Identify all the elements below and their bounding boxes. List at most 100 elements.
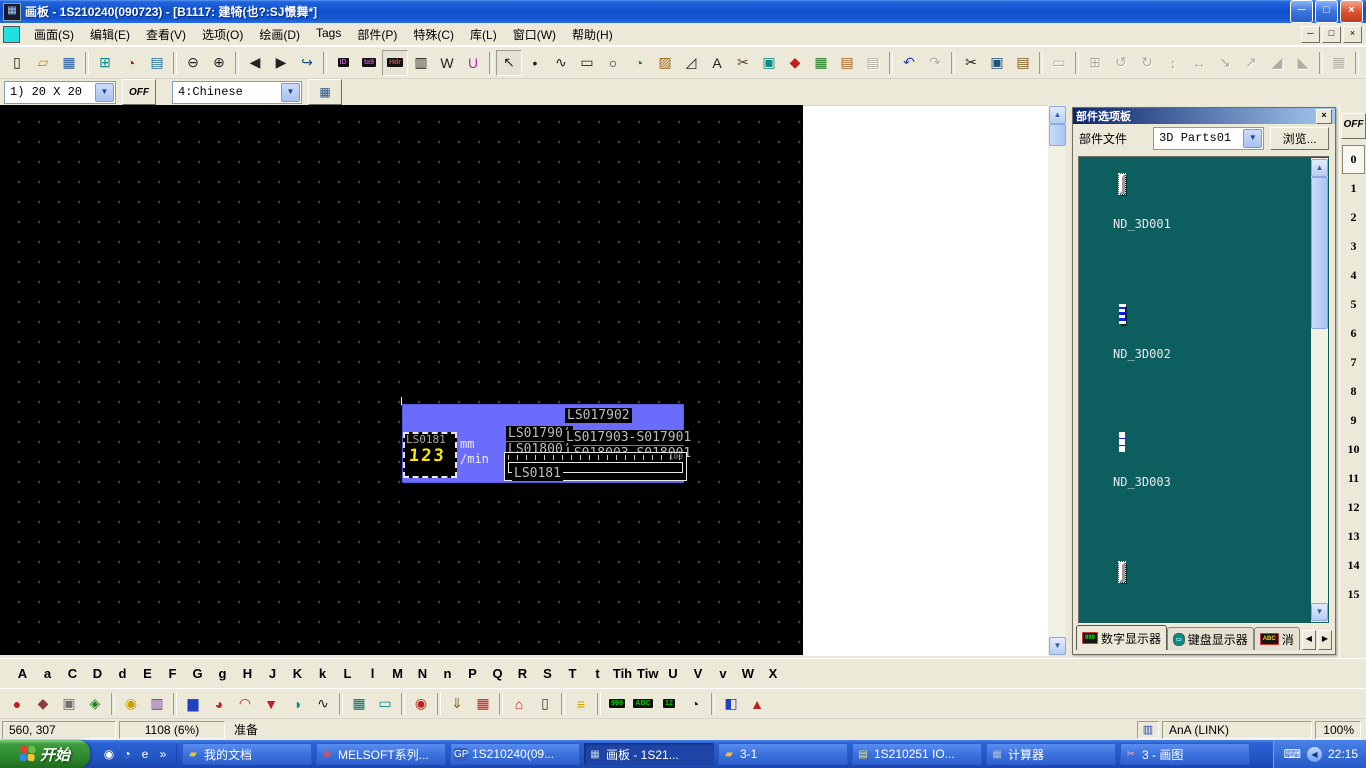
alarm-display-icon[interactable]: ◉	[408, 691, 434, 717]
edit-vertex-icon[interactable]: ✓	[1362, 50, 1366, 76]
scroll-down-icon[interactable]: ▼	[1311, 603, 1328, 621]
open-screen-icon[interactable]: ▱	[30, 50, 56, 76]
rotate-cw-icon[interactable]: ↻	[1134, 50, 1160, 76]
letter-style-button[interactable]: X	[760, 661, 785, 687]
canvas-vertical-scrollbar[interactable]: ▲ ▼	[1048, 105, 1065, 655]
letter-style-button[interactable]: C	[60, 661, 85, 687]
graph-window-icon[interactable]: U	[460, 50, 486, 76]
tile-display-icon[interactable]: ▥	[144, 691, 170, 717]
taskbar-button[interactable]: ▰ 我的文档	[182, 743, 312, 765]
tile-window-icon[interactable]: ▥	[408, 50, 434, 76]
text-display-icon[interactable]: ABC	[630, 691, 656, 717]
grid-size-combo[interactable]: 1) 20 X 20 ▼	[4, 81, 116, 104]
text-tool-icon[interactable]: A	[704, 50, 730, 76]
select-tool-icon[interactable]: ◿	[678, 50, 704, 76]
combo-arrow-icon[interactable]: ▼	[1243, 129, 1262, 148]
numeric-display-icon[interactable]: 999	[604, 691, 630, 717]
header-icon[interactable]: Hdr	[382, 50, 408, 76]
menu-item[interactable]: 选项(O)	[194, 24, 251, 45]
state-off-button[interactable]: OFF	[1341, 113, 1366, 139]
shrink-icon[interactable]: ↘	[1212, 50, 1238, 76]
screen-id-icon[interactable]: ID	[330, 50, 356, 76]
palette-title-bar[interactable]: 部件选项板 ×	[1073, 108, 1335, 124]
letter-style-button[interactable]: E	[135, 661, 160, 687]
scroll-down-icon[interactable]: ▼	[1049, 637, 1066, 655]
file-display-icon[interactable]: ⇓	[444, 691, 470, 717]
next-screen-icon[interactable]: ▶	[268, 50, 294, 76]
letter-style-button[interactable]: G	[185, 661, 210, 687]
maximize-button[interactable]: □	[1315, 0, 1338, 23]
picture-display-icon[interactable]: ▲	[744, 691, 770, 717]
zoom-in-icon[interactable]: ⊕	[206, 50, 232, 76]
enlarge-icon[interactable]: ↗	[1238, 50, 1264, 76]
mdi-restore-button[interactable]: □	[1322, 26, 1341, 43]
date-display-icon[interactable]: 12	[656, 691, 682, 717]
state-number-item[interactable]: 8	[1342, 377, 1365, 406]
menu-item[interactable]: 部件(P)	[349, 24, 405, 45]
image-icon[interactable]: ▦	[808, 50, 834, 76]
bit-switch-icon[interactable]: ●	[4, 691, 30, 717]
screen-copy-icon[interactable]: ⊞	[92, 50, 118, 76]
paste-icon[interactable]: ▤	[1010, 50, 1036, 76]
letter-style-button[interactable]: Tih	[610, 661, 635, 687]
color-display-icon[interactable]: ◧	[718, 691, 744, 717]
previous-screen-icon[interactable]: ◀	[242, 50, 268, 76]
save-icon[interactable]: ▦	[56, 50, 82, 76]
letter-style-button[interactable]: t	[585, 661, 610, 687]
state-number-item[interactable]: 11	[1342, 464, 1365, 493]
minimize-button[interactable]: ─	[1290, 0, 1313, 23]
palette-part-4[interactable]	[1113, 565, 1233, 579]
zoom-out-icon[interactable]: ⊖	[180, 50, 206, 76]
parts-file-combo[interactable]: 3D Parts01 ▼	[1153, 127, 1264, 150]
letter-style-button[interactable]: k	[310, 661, 335, 687]
letter-style-button[interactable]: R	[510, 661, 535, 687]
dot-tool-icon[interactable]: •	[522, 50, 548, 76]
taskbar-button[interactable]: ▤ 1S210251 IO...	[852, 743, 982, 765]
taskbar-button[interactable]: ◉ MELSOFT系列...	[316, 743, 446, 765]
group-icon[interactable]: ▦	[1326, 50, 1352, 76]
state-number-item[interactable]: 9	[1342, 406, 1365, 435]
ls-address-label[interactable]: LS0181	[512, 466, 563, 481]
state-number-item[interactable]: 6	[1342, 319, 1365, 348]
mdi-child-icon[interactable]	[3, 26, 20, 43]
library-icon[interactable]: ▤	[834, 50, 860, 76]
palette-part-nd3d003[interactable]: ND_3D003	[1113, 435, 1233, 489]
scroll-up-icon[interactable]: ▲	[1049, 106, 1066, 124]
letter-style-button[interactable]: H	[235, 661, 260, 687]
half-pie-graph-icon[interactable]: ◠	[232, 691, 258, 717]
state-number-item[interactable]: 14	[1342, 551, 1365, 580]
flip-horizontal-icon[interactable]: ↔	[1186, 50, 1212, 76]
state-number-item[interactable]: 12	[1342, 493, 1365, 522]
mdi-close-button[interactable]: ×	[1343, 26, 1362, 43]
selector-switch-icon[interactable]: ◈	[82, 691, 108, 717]
ls-address-label[interactable]: LS017903-S017901	[564, 430, 693, 445]
state-number-item[interactable]: 1	[1342, 174, 1365, 203]
menu-item[interactable]: 编辑(E)	[82, 24, 138, 45]
letter-style-button[interactable]: M	[385, 661, 410, 687]
letter-style-button[interactable]: J	[260, 661, 285, 687]
letter-style-button[interactable]: P	[460, 661, 485, 687]
quicklaunch-icon-3[interactable]: e	[136, 744, 154, 764]
taskbar-button[interactable]: ✂ 3 - 画图	[1120, 743, 1250, 765]
keypad-icon[interactable]: ▦	[346, 691, 372, 717]
copy-icon[interactable]: ▣	[984, 50, 1010, 76]
scroll-thumb[interactable]	[1311, 177, 1328, 329]
letter-style-button[interactable]: W	[735, 661, 760, 687]
mdi-minimize-button[interactable]: ─	[1301, 26, 1320, 43]
fill-tool-icon[interactable]: ▨	[652, 50, 678, 76]
language-combo[interactable]: 4:Chinese ▼	[172, 81, 302, 104]
keyboard-layout-icon[interactable]: ⌨	[1284, 747, 1301, 761]
letter-style-button[interactable]: l	[360, 661, 385, 687]
preview-icon[interactable]: ▤	[144, 50, 170, 76]
state-number-item[interactable]: 4	[1342, 261, 1365, 290]
menu-item[interactable]: 特殊(C)	[405, 24, 462, 45]
browse-button[interactable]: 浏览...	[1270, 127, 1329, 150]
tag-list-icon[interactable]: ta9	[356, 50, 382, 76]
close-screen-icon[interactable]: ↪	[294, 50, 320, 76]
numeric-display-part[interactable]: LS0181 123	[403, 432, 457, 478]
scroll-thumb[interactable]	[1049, 124, 1066, 146]
tab-keypad-display[interactable]: ▭ 键盘显示器	[1167, 627, 1254, 650]
drawing-canvas[interactable]: LS017902 LS01790( LS017903-S017901 LS018…	[0, 105, 803, 655]
letter-style-button[interactable]: L	[335, 661, 360, 687]
window-mark-icon[interactable]: W	[434, 50, 460, 76]
